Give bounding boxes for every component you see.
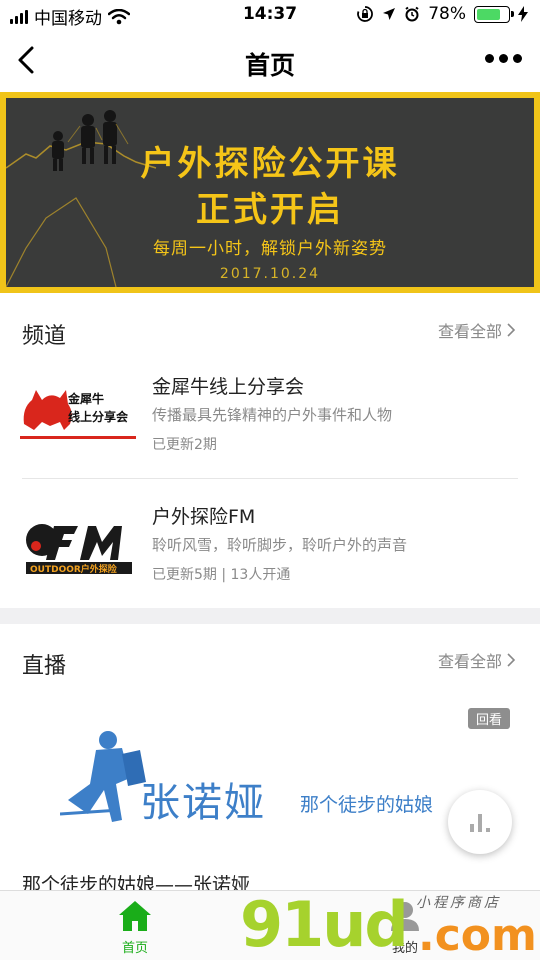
rhino-logo: 金犀牛 线上分享会 <box>20 378 136 448</box>
section-title-channels: 频道 <box>22 324 67 349</box>
rhino-logo-text-1: 金犀牛 <box>68 392 105 406</box>
more-dots-icon[interactable] <box>485 54 522 63</box>
channel-name: 户外探险FM <box>152 506 256 528</box>
bar-chart-icon <box>470 814 490 832</box>
battery-percent: 78% <box>428 4 466 24</box>
battery-icon <box>474 5 514 23</box>
rhino-logo-text-2: 线上分享会 <box>68 410 129 424</box>
location-icon <box>383 8 396 20</box>
section-title-live: 直播 <box>22 654 67 679</box>
home-icon <box>119 901 151 931</box>
outdoor-fm-logo: OUTDOOR户外探险 FM <box>20 510 136 580</box>
tab-mine[interactable]: 我的 <box>365 899 445 956</box>
fm-logo-text: OUTDOOR户外探险 <box>30 565 117 575</box>
see-all-label: 查看全部 <box>437 322 502 341</box>
chevron-right-icon <box>507 653 516 667</box>
channel-item[interactable]: 金犀牛 线上分享会 金犀牛线上分享会 传播最具先锋精神的户外事件和人物 已更新2… <box>0 350 540 480</box>
status-right: 78% <box>356 4 528 24</box>
live-cover-slogan: 那个徒步的姑娘 <box>300 794 434 816</box>
navigation-bar: 首页 <box>0 30 540 92</box>
channel-section-header: 频道 查看全部 <box>0 294 540 354</box>
live-see-all-link[interactable]: 查看全部 <box>438 648 516 672</box>
alarm-icon <box>405 6 419 22</box>
page-title: 首页 <box>244 51 295 80</box>
banner[interactable]: 户外探险公开课 正式开启 每周一小时，解锁户外新姿势 2017.10.24 <box>0 92 540 293</box>
tab-home[interactable]: 首页 <box>95 899 175 956</box>
channels-see-all-link[interactable]: 查看全部 <box>438 318 516 342</box>
rotation-lock-icon <box>357 6 374 22</box>
banner-subtitle: 每周一小时，解锁户外新姿势 <box>153 239 387 259</box>
tab-bar: 首页 我的 <box>0 890 540 960</box>
live-cover-name: 张诺娅 <box>140 780 266 826</box>
banner-title-line2: 正式开启 <box>196 190 344 230</box>
audio-float-button[interactable] <box>448 790 512 854</box>
tab-mine-label: 我的 <box>391 941 418 956</box>
banner-image[interactable]: 户外探险公开课 正式开启 每周一小时，解锁户外新姿势 2017.10.24 <box>6 98 534 287</box>
charging-icon <box>518 6 528 22</box>
section-gap <box>0 608 540 624</box>
divider <box>22 478 518 479</box>
status-bar: 中国移动 14:37 78% <box>0 0 540 30</box>
channel-meta: 已更新2期 <box>152 437 217 453</box>
see-all-label: 查看全部 <box>437 652 502 671</box>
banner-title-line1: 户外探险公开课 <box>140 144 400 184</box>
banner-date: 2017.10.24 <box>219 266 321 282</box>
channel-desc: 聆听风雪，聆听脚步，聆听户外的声音 <box>152 536 408 554</box>
person-icon <box>391 902 419 931</box>
chevron-right-icon <box>507 323 516 337</box>
channel-name: 金犀牛线上分享会 <box>152 376 305 398</box>
tab-home-label: 首页 <box>121 941 148 956</box>
channel-meta: 已更新5期 | 13人开通 <box>152 567 291 583</box>
channel-desc: 传播最具先锋精神的户外事件和人物 <box>152 406 393 424</box>
live-section-header: 直播 查看全部 <box>0 624 540 684</box>
channel-item[interactable]: OUTDOOR户外探险 FM 户外探险FM 聆听风雪，聆听脚步，聆听户外的声音 … <box>0 480 540 610</box>
replay-badge: 回看 <box>467 708 510 729</box>
